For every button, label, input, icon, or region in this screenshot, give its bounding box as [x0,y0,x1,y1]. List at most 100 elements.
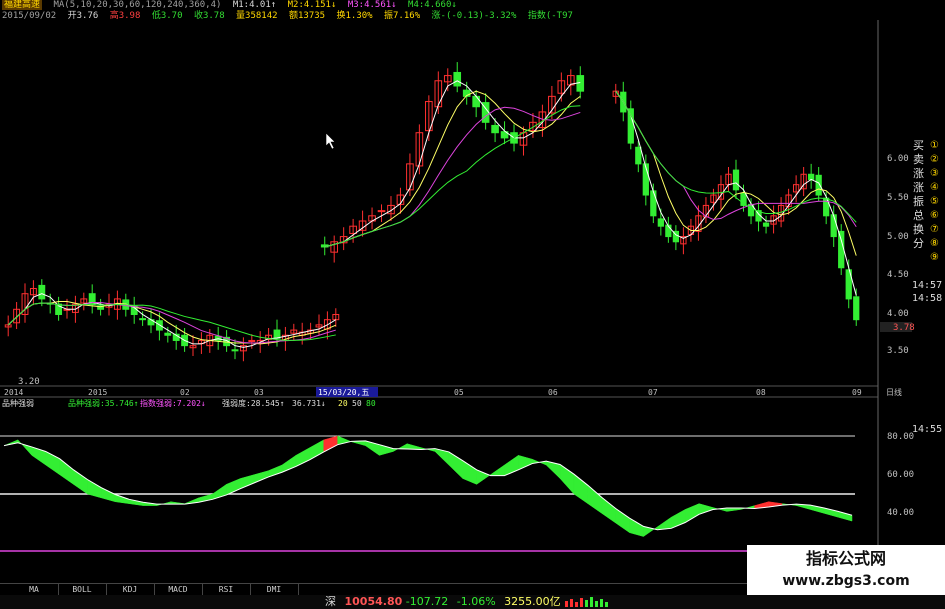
sidebar-label[interactable]: 分 [913,237,931,251]
strength-ribbon-segment [101,487,116,503]
date-cursor: 15/03/20,五 [318,388,369,397]
sidebar-label[interactable]: 买 [913,139,931,153]
tab-macd[interactable]: MACD [154,584,203,595]
min-price-label: 3.20 [18,377,40,387]
strength-indicator-series [3,435,853,538]
strength-ribbon-segment [573,473,589,505]
watermark-title: 指标公式网 [805,549,886,568]
right-number-strip: ① ② ③ ④ ⑤ ⑥ ⑦ ⑧ ⑨ [930,139,945,265]
strip-item[interactable]: ① [930,139,945,153]
strength-ribbon-segment [462,460,477,485]
strength-ribbon-segment [17,439,33,456]
chart-canvas[interactable]: 6.00 5.50 5.00 4.50 4.00 3.50 3.78 3.20 … [0,0,945,600]
current-price-label: 3.78 [893,323,915,333]
strength-ribbon-segment [240,474,255,490]
strength-ribbon-segment [615,508,630,534]
tab-rsi[interactable]: RSI [202,584,251,595]
time-label: 14:57 [912,280,943,291]
strength-ribbon-segment [267,464,283,478]
strip-item[interactable]: ⑦ [930,223,945,237]
strength-ribbon-segment [476,469,491,485]
indicator-name[interactable]: 品种强弱 [2,398,34,408]
candle-body [657,218,664,227]
sidebar-label[interactable]: 涨 [913,181,931,195]
strength-ribbon-segment [73,469,88,495]
price-tick: 5.50 [887,193,909,203]
indicator-tick: 40.00 [887,508,914,518]
indicator-value-4: 36.731↓ [292,399,326,408]
price-tick: 4.50 [887,270,909,280]
index-change-pct: -1.06% [456,595,496,608]
strip-item[interactable]: ⑨ [930,251,945,265]
strip-item[interactable]: ⑤ [930,195,945,209]
quote-sidebar: 买 卖 涨 涨 振 总 换 分 [913,139,931,251]
tab-dmi[interactable]: DMI [250,584,299,595]
date-label: 02 [180,388,190,397]
indicator-series-3: 强弱度:28.545↑ [222,398,285,408]
date-label: 2015 [88,388,107,397]
tab-boll[interactable]: BOLL [58,584,107,595]
candle-body [762,222,770,227]
candle-body [164,332,172,336]
strength-ribbon-segment [309,439,324,461]
strength-ribbon-segment [59,458,74,485]
index-value: 10054.80 [344,595,403,608]
indicator-tabs: MA BOLL KDJ MACD RSI DMI [0,583,760,595]
watermark-url: www.zbgs3.com [782,573,910,589]
level-20: 20 [338,399,348,408]
level-50: 50 [352,399,362,408]
date-label: 06 [548,388,558,397]
strength-ribbon-segment [392,443,408,452]
period-label[interactable]: 日线 [886,387,902,397]
strip-item[interactable]: ⑧ [930,237,945,251]
strength-ribbon-segment [684,503,700,523]
candle-body [635,146,642,165]
date-label: 2014 [4,388,23,397]
strength-ribbon-segment [253,470,269,484]
strength-ribbon-segment [657,516,672,531]
strength-ribbon-segment [518,455,533,471]
candle-body [231,349,239,352]
candle-body [627,108,634,144]
strip-item[interactable]: ⑥ [930,209,945,223]
indicator-tick: 80.00 [887,432,914,442]
date-axis: 2014 2015 02 03 15/03/20,五 05 06 07 08 0… [4,387,902,397]
index-amount: 3255.00亿 [504,595,561,608]
price-tick: 5.00 [887,232,909,242]
strength-ribbon-segment [87,479,102,499]
strength-ribbon-segment [323,435,338,453]
candle-body [472,95,480,108]
candle-body [650,190,657,217]
candle-body [453,71,462,87]
date-label: 09 [852,388,862,397]
candle-body [732,169,740,191]
strength-ribbon-segment [698,503,714,515]
sidebar-label[interactable]: 换 [913,223,931,237]
strip-item[interactable]: ② [930,153,945,167]
sidebar-label[interactable]: 涨 [913,167,931,181]
date-label: 08 [756,388,766,397]
time-label: 14:58 [912,293,943,304]
sidebar-label[interactable]: 卖 [913,153,931,167]
sidebar-label[interactable]: 总 [913,209,931,223]
time-label: 14:55 [912,424,943,435]
candle-body [853,296,860,321]
candle-body [838,230,845,269]
market-index[interactable]: 深 10054.80 -107.72 -1.06% 3255.00亿 [325,595,561,609]
candle-body [38,284,46,300]
strip-item[interactable]: ④ [930,181,945,195]
strength-ribbon-segment [601,496,616,524]
candle-body [139,318,147,321]
level-80: 80 [366,399,376,408]
tab-ma[interactable]: MA [10,584,59,595]
market-label: 深 [325,595,336,608]
strength-ribbon-segment [629,517,644,537]
strength-ribbon-segment [226,478,241,496]
price-tick: 6.00 [887,154,909,164]
sidebar-label[interactable]: 振 [913,195,931,209]
tab-kdj[interactable]: KDJ [106,584,155,595]
indicator-series-1: 品种强弱:35.746↑ [68,398,139,408]
indicator-tick: 60.00 [887,470,914,480]
price-axis: 6.00 5.50 5.00 4.50 4.00 3.50 3.78 3.20 [18,154,915,387]
strip-item[interactable]: ③ [930,167,945,181]
